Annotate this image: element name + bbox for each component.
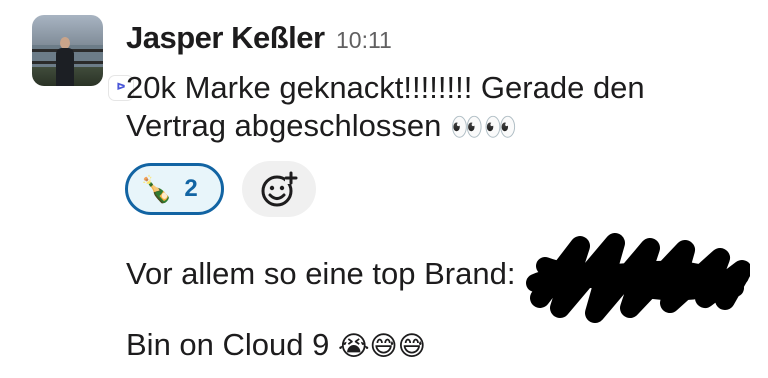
message-line: Vor allem so eine top Brand:: [126, 256, 516, 291]
crying-sweat-emoji: 😭😅😅: [338, 331, 426, 362]
reaction-pill[interactable]: 🍾 2: [125, 163, 224, 215]
avatar[interactable]: [32, 15, 103, 86]
eyes-emoji: 👀👀: [450, 112, 518, 143]
message: ᐅ Jasper Keßler 10:11 20k Marke geknackt…: [0, 0, 768, 378]
message-text: Bin on Cloud 9: [126, 327, 330, 362]
add-reaction-button[interactable]: [242, 161, 316, 217]
message-line: Vertrag abgeschlossen 👀👀: [126, 106, 517, 148]
message-text: Vertrag abgeschlossen: [126, 108, 442, 143]
add-emoji-icon: [261, 171, 298, 207]
redaction-scribble: [526, 233, 750, 323]
champagne-bottle-icon: 🍾: [140, 174, 173, 204]
message-line: Bin on Cloud 9 😭😅😅: [126, 325, 426, 367]
app-badge-icon: ᐅ: [116, 82, 126, 93]
reaction-count: 2: [184, 175, 198, 202]
sender-name[interactable]: Jasper Keßler: [126, 18, 325, 58]
message-line: 20k Marke geknackt!!!!!!!! Gerade den: [126, 70, 645, 105]
timestamp[interactable]: 10:11: [336, 24, 392, 56]
